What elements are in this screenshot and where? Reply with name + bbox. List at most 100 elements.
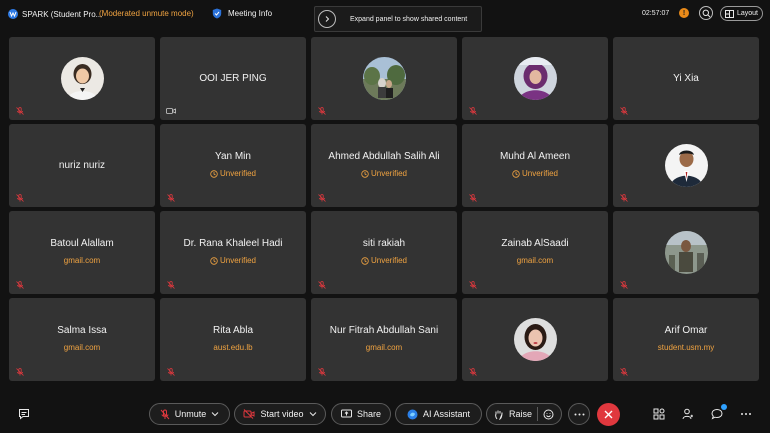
ai-assistant-icon [407, 409, 418, 419]
mic-muted-icon [167, 281, 175, 289]
expand-panel-button[interactable] [318, 10, 336, 28]
participant-tile[interactable] [462, 37, 608, 120]
participant-name: Batoul Alallam [50, 238, 114, 249]
unverified-label: Unverified [219, 169, 256, 178]
unverified-badge: Unverified [160, 169, 306, 178]
camera-off-icon [166, 108, 176, 114]
participant-tile[interactable]: Yan Min Unverified [160, 124, 306, 207]
unverified-label: Unverified [370, 256, 407, 265]
participant-tile[interactable]: Arif Omar student.usm.my [613, 298, 759, 381]
participant-tile[interactable]: Muhd Al Ameen Unverified [462, 124, 608, 207]
webex-logo-icon [8, 9, 18, 19]
mic-muted-icon [167, 368, 175, 376]
participant-name: nuriz nuriz [58, 160, 106, 171]
avatar [514, 318, 557, 361]
participant-tile[interactable]: Yi Xia [613, 37, 759, 120]
more-options-button[interactable] [568, 403, 590, 425]
unverified-badge: Unverified [311, 169, 457, 178]
participant-tile[interactable] [613, 211, 759, 294]
ai-assistant-button[interactable]: AI Assistant [395, 403, 482, 425]
mic-muted-icon [469, 281, 477, 289]
mic-muted-icon [16, 107, 24, 115]
participant-tile[interactable]: Nur Fitrah Abdullah Sani gmail.com [311, 298, 457, 381]
meeting-info-button[interactable]: Meeting Info [212, 8, 272, 19]
leave-meeting-button[interactable] [597, 403, 620, 426]
participant-tile[interactable]: Dr. Rana Khaleel Hadi Unverified [160, 211, 306, 294]
avatar [61, 57, 104, 100]
more-horizontal-icon[interactable] [740, 408, 752, 420]
alert-icon[interactable]: ! [679, 8, 689, 18]
unmute-button[interactable]: Unmute [149, 403, 230, 425]
start-video-label: Start video [260, 409, 304, 419]
apps-icon[interactable] [653, 408, 665, 420]
participant-tile[interactable]: Salma Issa gmail.com [9, 298, 155, 381]
mic-muted-icon [167, 194, 175, 202]
chevron-down-icon[interactable] [211, 411, 219, 417]
shield-icon [212, 8, 222, 19]
participant-tile[interactable] [311, 37, 457, 120]
layout-button[interactable]: Layout [720, 6, 763, 21]
unverified-label: Unverified [521, 169, 558, 178]
participant-name: Rita Abla [212, 325, 254, 336]
unverified-label: Unverified [370, 169, 407, 178]
clock-icon [361, 169, 369, 178]
start-video-button[interactable]: Start video [234, 403, 326, 425]
participant-tile[interactable]: nuriz nuriz [9, 124, 155, 207]
participant-name: Arif Omar [664, 325, 708, 336]
participant-name: Yi Xia [673, 73, 699, 84]
chat-bubble-icon[interactable] [18, 408, 30, 420]
participant-tile[interactable]: OOI JER PING [160, 37, 306, 120]
participant-tile[interactable] [9, 37, 155, 120]
participant-tile[interactable]: Zainab AlSaadi gmail.com [462, 211, 608, 294]
participant-name: siti rakiah [362, 238, 406, 249]
email-domain: gmail.com [365, 343, 403, 352]
meeting-timer: 02:57:07 [642, 10, 670, 17]
participant-tile[interactable]: Rita Abla aust.edu.lb [160, 298, 306, 381]
chat-icon[interactable] [711, 408, 723, 420]
participant-name: Dr. Rana Khaleel Hadi [183, 238, 283, 249]
zoom-button[interactable] [699, 6, 713, 20]
participant-tile[interactable]: siti rakiah Unverified [311, 211, 457, 294]
ellipsis-icon [574, 413, 584, 415]
expand-panel-text: Expand panel to show shared content [350, 15, 468, 23]
layout-grid-icon [724, 9, 734, 18]
clock-icon [512, 169, 520, 178]
expand-panel-bar: Expand panel to show shared content [314, 6, 482, 32]
share-label: Share [356, 409, 382, 419]
raise-hand-button[interactable]: Raise [486, 403, 562, 425]
avatar [514, 57, 557, 100]
control-bar: Unmute Start video Share AI Assistant Ra… [0, 398, 770, 433]
email-domain: aust.edu.lb [213, 343, 253, 352]
emoji-reaction-icon[interactable] [543, 409, 554, 420]
avatar [363, 57, 406, 100]
participants-icon[interactable] [682, 408, 694, 420]
participant-name: OOI JER PING [199, 73, 267, 84]
hand-icon [495, 410, 503, 420]
participant-name: Muhd Al Ameen [499, 151, 571, 162]
moderated-mode-label: (Moderated unmute mode) [99, 9, 194, 18]
participant-name: Salma Issa [57, 325, 107, 336]
share-button[interactable]: Share [331, 403, 391, 425]
unverified-badge: Unverified [160, 256, 306, 265]
magnifier-icon [702, 9, 710, 17]
email-domain: student.usm.my [657, 343, 715, 352]
participant-tile[interactable] [462, 298, 608, 381]
mic-muted-icon [318, 107, 326, 115]
participant-name: Yan Min [215, 151, 251, 162]
participant-tile[interactable] [613, 124, 759, 207]
participant-tile[interactable]: Ahmed Abdullah Salih Ali Unverified [311, 124, 457, 207]
app-title: SPARK (Student Pro... [8, 9, 102, 19]
clock-icon [210, 169, 218, 178]
chat-notification-dot [721, 404, 727, 410]
avatar [665, 144, 708, 187]
mic-muted-icon [469, 107, 477, 115]
top-bar: SPARK (Student Pro... (Moderated unmute … [0, 0, 770, 32]
mic-muted-icon [160, 409, 170, 419]
avatar [665, 231, 708, 274]
email-domain: gmail.com [63, 256, 101, 265]
video-off-icon [243, 409, 255, 419]
chevron-down-icon[interactable] [309, 411, 317, 417]
chevron-right-icon [325, 16, 330, 22]
participant-tile[interactable]: Batoul Alallam gmail.com [9, 211, 155, 294]
participant-name: Zainab AlSaadi [501, 238, 569, 249]
